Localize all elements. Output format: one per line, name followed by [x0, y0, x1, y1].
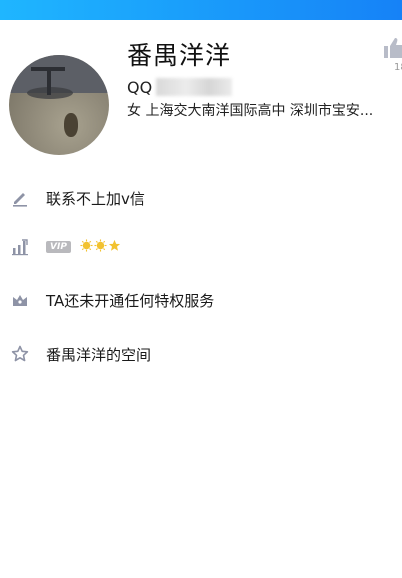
menu-item-space[interactable]: 番禺洋洋的空间	[0, 336, 402, 372]
avatar-photo-region	[64, 113, 78, 137]
vip-badge: VIP	[46, 241, 71, 253]
menu-item-level[interactable]: VIP	[0, 229, 402, 265]
menu-item-label: 联系不上加v信	[46, 189, 145, 208]
level-stars	[80, 239, 122, 252]
pencil-icon	[13, 193, 27, 207]
qq-label: QQ	[127, 77, 153, 97]
thumbs-up-icon	[384, 38, 402, 58]
star-outline-icon	[11, 345, 29, 362]
star-level-icon	[108, 239, 121, 251]
avatar-photo-region	[31, 67, 65, 71]
profile-name: 番禺洋洋	[127, 41, 232, 70]
menu-item-privilege[interactable]: TA还未开通任何特权服务	[0, 282, 402, 318]
sun-level-icon	[80, 239, 93, 252]
menu-item-label: 番禺洋洋的空间	[46, 345, 152, 364]
profile-info: 女 上海交大南洋国际高中 深圳市宝安...	[127, 103, 374, 119]
like-count: 18	[394, 62, 402, 73]
avatar-photo-region	[47, 67, 51, 95]
menu-item-label: TA还未开通任何特权服务	[46, 291, 215, 310]
qq-number-redacted	[156, 78, 233, 96]
top-status-bar	[0, 0, 402, 20]
qq-number-row: QQ	[127, 76, 233, 98]
sun-level-icon	[94, 239, 107, 252]
level-chart-icon	[12, 239, 28, 256]
crown-icon	[13, 295, 27, 306]
avatar[interactable]	[9, 55, 109, 155]
menu-item-contact[interactable]: 联系不上加v信	[0, 180, 402, 216]
